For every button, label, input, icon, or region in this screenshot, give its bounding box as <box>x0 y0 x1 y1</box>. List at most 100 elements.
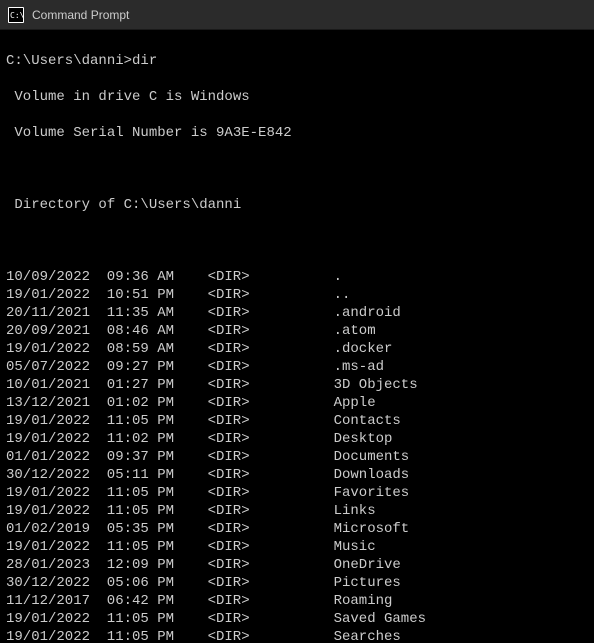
col-date: 19/01/2022 <box>6 484 90 502</box>
col-name: Desktop <box>334 430 393 448</box>
col-type: <DIR> <box>208 304 250 322</box>
col-date: 11/12/2017 <box>6 592 90 610</box>
window-title: Command Prompt <box>32 8 129 22</box>
col-date: 19/01/2022 <box>6 340 90 358</box>
col-time: 12:09 PM <box>107 556 174 574</box>
col-date: 20/11/2021 <box>6 304 90 322</box>
blank-line <box>6 160 588 178</box>
listing-row: 13/12/2021 01:02 PM <DIR> Apple <box>6 394 588 412</box>
col-type: <DIR> <box>208 448 250 466</box>
col-time: 11:05 PM <box>107 628 174 643</box>
col-name: .android <box>334 304 401 322</box>
titlebar[interactable]: C:\ Command Prompt <box>0 0 594 30</box>
col-time: 11:05 PM <box>107 538 174 556</box>
blank-line <box>6 232 588 250</box>
col-type: <DIR> <box>208 268 250 286</box>
listing-row: 19/01/2022 11:02 PM <DIR> Desktop <box>6 430 588 448</box>
listing-row: 19/01/2022 10:51 PM <DIR> .. <box>6 286 588 304</box>
col-date: 19/01/2022 <box>6 610 90 628</box>
col-type: <DIR> <box>208 538 250 556</box>
col-time: 09:27 PM <box>107 358 174 376</box>
col-name: .ms-ad <box>334 358 384 376</box>
col-type: <DIR> <box>208 394 250 412</box>
col-date: 30/12/2022 <box>6 466 90 484</box>
col-date: 19/01/2022 <box>6 412 90 430</box>
col-name: Links <box>334 502 376 520</box>
listing-row: 20/09/2021 08:46 AM <DIR> .atom <box>6 322 588 340</box>
col-time: 10:51 PM <box>107 286 174 304</box>
listing-row: 19/01/2022 11:05 PM <DIR> Contacts <box>6 412 588 430</box>
listing-row: 19/01/2022 11:05 PM <DIR> Links <box>6 502 588 520</box>
listing-row: 28/01/2023 12:09 PM <DIR> OneDrive <box>6 556 588 574</box>
listing-row: 30/12/2022 05:06 PM <DIR> Pictures <box>6 574 588 592</box>
col-name: Contacts <box>334 412 401 430</box>
col-name: OneDrive <box>334 556 401 574</box>
col-name: Saved Games <box>334 610 426 628</box>
col-time: 05:06 PM <box>107 574 174 592</box>
col-type: <DIR> <box>208 466 250 484</box>
col-type: <DIR> <box>208 628 250 643</box>
col-time: 08:59 AM <box>107 340 174 358</box>
col-type: <DIR> <box>208 322 250 340</box>
col-name: Apple <box>334 394 376 412</box>
col-type: <DIR> <box>208 574 250 592</box>
col-time: 11:02 PM <box>107 430 174 448</box>
col-time: 01:27 PM <box>107 376 174 394</box>
col-name: .docker <box>334 340 393 358</box>
col-date: 30/12/2022 <box>6 574 90 592</box>
listing-row: 30/12/2022 05:11 PM <DIR> Downloads <box>6 466 588 484</box>
col-name: Microsoft <box>334 520 410 538</box>
col-name: Downloads <box>334 466 410 484</box>
col-name: . <box>334 268 342 286</box>
volume-line: Volume in drive C is Windows <box>6 88 588 106</box>
col-name: .. <box>334 286 351 304</box>
listing-row: 01/02/2019 05:35 PM <DIR> Microsoft <box>6 520 588 538</box>
col-date: 19/01/2022 <box>6 628 90 643</box>
listing-row: 19/01/2022 11:05 PM <DIR> Saved Games <box>6 610 588 628</box>
col-type: <DIR> <box>208 556 250 574</box>
listing-row: 10/09/2022 09:36 AM <DIR> . <box>6 268 588 286</box>
listing-row: 19/01/2022 11:05 PM <DIR> Favorites <box>6 484 588 502</box>
listing-row: 01/01/2022 09:37 PM <DIR> Documents <box>6 448 588 466</box>
col-date: 20/09/2021 <box>6 322 90 340</box>
col-type: <DIR> <box>208 358 250 376</box>
command-prompt-window: C:\ Command Prompt C:\Users\danni>dir Vo… <box>0 0 594 643</box>
listing-row: 10/01/2021 01:27 PM <DIR> 3D Objects <box>6 376 588 394</box>
col-time: 11:05 PM <box>107 412 174 430</box>
listing-row: 05/07/2022 09:27 PM <DIR> .ms-ad <box>6 358 588 376</box>
col-name: .atom <box>334 322 376 340</box>
col-time: 11:05 PM <box>107 484 174 502</box>
col-name: Documents <box>334 448 410 466</box>
terminal-output[interactable]: C:\Users\danni>dir Volume in drive C is … <box>0 30 594 643</box>
prompt-command: dir <box>132 53 157 69</box>
listing-row: 19/01/2022 11:05 PM <DIR> Music <box>6 538 588 556</box>
col-time: 11:05 PM <box>107 502 174 520</box>
col-type: <DIR> <box>208 502 250 520</box>
col-name: Searches <box>334 628 401 643</box>
serial-line: Volume Serial Number is 9A3E-E842 <box>6 124 588 142</box>
prompt-path: C:\Users\danni> <box>6 53 132 69</box>
col-time: 08:46 AM <box>107 322 174 340</box>
col-date: 05/07/2022 <box>6 358 90 376</box>
col-date: 10/09/2022 <box>6 268 90 286</box>
col-time: 11:05 PM <box>107 610 174 628</box>
col-type: <DIR> <box>208 430 250 448</box>
col-date: 10/01/2021 <box>6 376 90 394</box>
listing-row: 19/01/2022 08:59 AM <DIR> .docker <box>6 340 588 358</box>
col-type: <DIR> <box>208 340 250 358</box>
col-date: 01/01/2022 <box>6 448 90 466</box>
col-type: <DIR> <box>208 376 250 394</box>
col-time: 05:35 PM <box>107 520 174 538</box>
col-date: 01/02/2019 <box>6 520 90 538</box>
col-type: <DIR> <box>208 412 250 430</box>
col-date: 19/01/2022 <box>6 430 90 448</box>
col-time: 09:37 PM <box>107 448 174 466</box>
col-name: Favorites <box>334 484 410 502</box>
directory-of-line: Directory of C:\Users\danni <box>6 196 588 214</box>
listing-row: 11/12/2017 06:42 PM <DIR> Roaming <box>6 592 588 610</box>
col-name: Pictures <box>334 574 401 592</box>
col-type: <DIR> <box>208 610 250 628</box>
listing-row: 19/01/2022 11:05 PM <DIR> Searches <box>6 628 588 643</box>
col-date: 19/01/2022 <box>6 538 90 556</box>
svg-text:C:\: C:\ <box>10 11 24 20</box>
